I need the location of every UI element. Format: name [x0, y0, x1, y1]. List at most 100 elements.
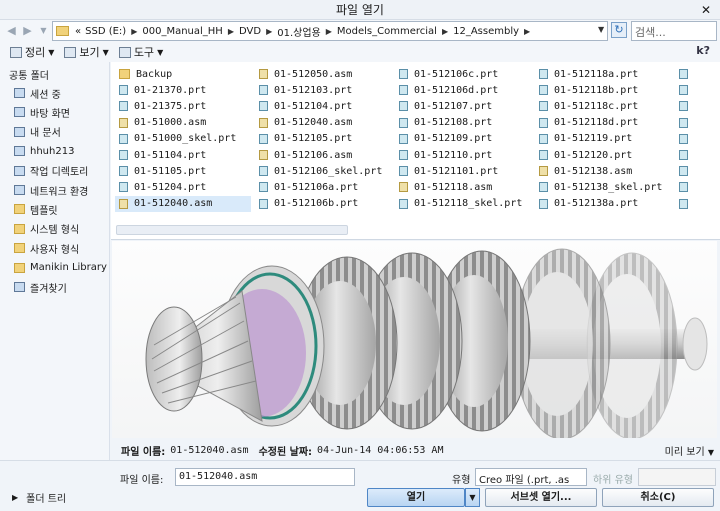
- file-item[interactable]: 01-512118c.prt: [535, 98, 662, 114]
- dialog-footer: ▶ 폴더 트리 파일 이름: 01-512040.asm 유형 Creo 파일 …: [0, 460, 720, 511]
- session-icon: [14, 88, 25, 98]
- sidebar-item-label: 작업 디렉토리: [30, 167, 89, 179]
- preview-toggle-button[interactable]: 미리 보기 ▼: [665, 443, 714, 458]
- file-item[interactable]: Backup: [115, 66, 251, 82]
- model-preview[interactable]: [112, 241, 717, 438]
- file-item[interactable]: [675, 66, 694, 82]
- breadcrumb-item[interactable]: 01.상업용: [275, 24, 323, 39]
- organize-menu-button[interactable]: 정리 ▼: [10, 44, 54, 60]
- history-dropdown-icon[interactable]: ▼: [36, 23, 51, 39]
- file-item[interactable]: [675, 163, 694, 179]
- file-item[interactable]: [675, 98, 694, 114]
- file-item[interactable]: 01-51204.prt: [115, 179, 251, 195]
- sidebar-item[interactable]: Manikin Library: [14, 259, 107, 277]
- sidebar-item[interactable]: 바탕 화면: [14, 103, 70, 121]
- file-item[interactable]: 01-512108.prt: [395, 115, 522, 131]
- part-file-icon: [399, 85, 408, 96]
- open-options-dropdown-icon[interactable]: ▼: [465, 488, 480, 507]
- file-item[interactable]: 01-21370.prt: [115, 82, 251, 98]
- open-button[interactable]: 열기: [367, 488, 465, 507]
- context-help-icon[interactable]: k?: [696, 44, 710, 57]
- file-item[interactable]: 01-512106d.prt: [395, 82, 522, 98]
- open-subset-button[interactable]: 서브셋 열기...: [485, 488, 597, 507]
- sidebar-item[interactable]: 템플릿: [14, 200, 58, 218]
- file-item[interactable]: 01-512118_skel.prt: [395, 196, 522, 212]
- folder-tree-toggle[interactable]: ▶ 폴더 트리: [12, 490, 66, 505]
- file-item[interactable]: 01-512138a.prt: [535, 196, 662, 212]
- file-item[interactable]: 01-512106c.prt: [395, 66, 522, 82]
- horizontal-scrollbar[interactable]: [116, 225, 348, 235]
- breadcrumb-item[interactable]: 12_Assembly: [451, 26, 521, 37]
- tools-menu-button[interactable]: 도구 ▼: [118, 44, 163, 60]
- working-directory-icon: [14, 165, 25, 176]
- file-item[interactable]: 01-512106.asm: [255, 147, 382, 163]
- address-dropdown-icon[interactable]: ▼: [598, 22, 608, 38]
- file-item[interactable]: [675, 179, 694, 195]
- sidebar-item[interactable]: 작업 디렉토리: [14, 162, 88, 180]
- close-icon[interactable]: ✕: [698, 0, 714, 20]
- sidebar-item[interactable]: 네트워크 환경: [14, 181, 88, 199]
- view-menu-button[interactable]: 보기 ▼: [64, 44, 109, 60]
- cancel-button[interactable]: 취소(C): [602, 488, 714, 507]
- file-item[interactable]: 01-512118b.prt: [535, 82, 662, 98]
- chevron-right-icon[interactable]: ▶: [128, 27, 140, 36]
- file-item[interactable]: 01-512104.prt: [255, 98, 382, 114]
- breadcrumb-item[interactable]: SSD (E:): [83, 26, 128, 37]
- chevron-right-icon[interactable]: ▶: [521, 27, 533, 36]
- file-item[interactable]: [675, 196, 694, 212]
- breadcrumb-item[interactable]: Models_Commercial: [335, 26, 439, 37]
- file-item[interactable]: [675, 131, 694, 147]
- file-item[interactable]: 01-512050.asm: [255, 66, 382, 82]
- file-item[interactable]: [675, 82, 694, 98]
- file-item[interactable]: 01-512118d.prt: [535, 115, 662, 131]
- file-item[interactable]: 01-512138.asm: [535, 163, 662, 179]
- file-item[interactable]: 01-512110.prt: [395, 147, 522, 163]
- part-file-icon: [399, 117, 408, 128]
- search-input[interactable]: 검색...: [631, 21, 717, 41]
- file-item[interactable]: 01-5121101.prt: [395, 163, 522, 179]
- filename-input[interactable]: 01-512040.asm: [175, 468, 355, 486]
- file-item[interactable]: 01-512105.prt: [255, 131, 382, 147]
- file-item[interactable]: 01-51000.asm: [115, 115, 251, 131]
- sidebar-header: 공통 폴더: [9, 71, 49, 82]
- chevron-right-icon[interactable]: ▶: [439, 27, 451, 36]
- file-item[interactable]: 01-512109.prt: [395, 131, 522, 147]
- back-arrow-icon[interactable]: ◀: [4, 23, 19, 39]
- sidebar-item[interactable]: hhuh213: [14, 142, 74, 160]
- file-item[interactable]: 01-512118.asm: [395, 179, 522, 195]
- chevron-right-icon[interactable]: ▶: [225, 27, 237, 36]
- breadcrumb-overflow[interactable]: «: [73, 26, 83, 37]
- chevron-right-icon[interactable]: ▶: [263, 27, 275, 36]
- refresh-icon[interactable]: ↻: [611, 22, 627, 38]
- file-item[interactable]: 01-51104.prt: [115, 147, 251, 163]
- sidebar-item[interactable]: 시스템 형식: [14, 220, 79, 238]
- forward-arrow-icon[interactable]: ▶: [20, 23, 35, 39]
- file-item[interactable]: 01-512118a.prt: [535, 66, 662, 82]
- file-name: 01-512119.prt: [554, 133, 633, 145]
- breadcrumb-item[interactable]: 000_Manual_HH: [140, 26, 224, 37]
- file-item[interactable]: 01-512120.prt: [535, 147, 662, 163]
- breadcrumb-item[interactable]: DVD: [237, 26, 263, 37]
- file-item[interactable]: [675, 147, 694, 163]
- file-item[interactable]: [675, 115, 694, 131]
- file-item[interactable]: 01-512119.prt: [535, 131, 662, 147]
- chevron-right-icon[interactable]: ▶: [323, 27, 335, 36]
- file-item[interactable]: 01-51105.prt: [115, 163, 251, 179]
- file-item[interactable]: 01-512106a.prt: [255, 179, 382, 195]
- part-file-icon: [259, 198, 268, 209]
- file-type-select[interactable]: Creo 파일 (.prt, .as: [475, 468, 587, 486]
- file-item[interactable]: 01-512040.asm: [255, 115, 382, 131]
- file-item[interactable]: 01-51000_skel.prt: [115, 131, 251, 147]
- sidebar-item[interactable]: 내 문서: [14, 123, 61, 141]
- file-item[interactable]: 01-512106_skel.prt: [255, 163, 382, 179]
- file-item[interactable]: 01-512106b.prt: [255, 196, 382, 212]
- file-item[interactable]: 01-21375.prt: [115, 98, 251, 114]
- sidebar-item[interactable]: 사용자 형식: [14, 239, 79, 257]
- address-bar[interactable]: « SSD (E:) ▶ 000_Manual_HH ▶ DVD ▶ 01.상업용 ▶ …: [52, 21, 608, 41]
- file-item[interactable]: 01-512103.prt: [255, 82, 382, 98]
- file-item[interactable]: 01-512107.prt: [395, 98, 522, 114]
- sidebar-item[interactable]: 세션 중: [14, 84, 61, 102]
- file-item[interactable]: 01-512138_skel.prt: [535, 179, 662, 195]
- sidebar-item[interactable]: 즐겨찾기: [14, 278, 67, 296]
- file-item[interactable]: 01-512040.asm: [115, 195, 251, 212]
